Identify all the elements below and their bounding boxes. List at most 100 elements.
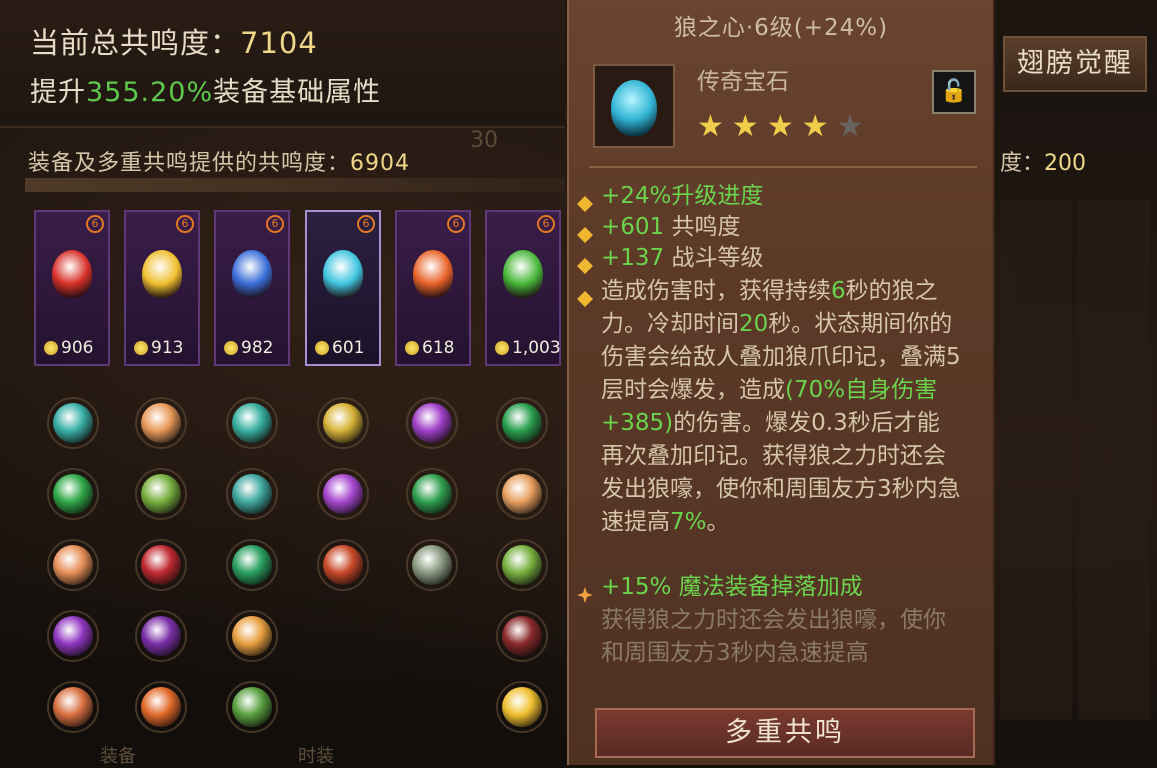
bonus-text: +15% 魔法装备掉落加成 [601, 574, 863, 600]
legendary-gem-slot[interactable]: 6 906 [34, 210, 110, 366]
right-resonance-label: 度： [1000, 151, 1045, 176]
gem-slot[interactable] [496, 681, 548, 733]
diamond-bullet-icon [577, 220, 593, 243]
gem-slot[interactable] [135, 397, 187, 449]
gem-slot[interactable] [47, 610, 99, 662]
green-gem-icon [503, 250, 543, 298]
resonance-header: 当前总共鸣度：7104 提升355.20%装备基础属性 [0, 0, 565, 128]
gem-slot[interactable] [47, 539, 99, 591]
gem-resonance-value: 601 [315, 338, 364, 358]
rank-icon: 6 [86, 215, 104, 233]
attribute-boost: 提升355.20%装备基础属性 [30, 70, 381, 109]
gem-slot[interactable] [496, 610, 548, 662]
gem-resonance-value: 1,003 [495, 338, 561, 358]
star-filled-icon: ★ [731, 109, 759, 144]
gem-slot[interactable] [317, 539, 369, 591]
diamond-bullet-icon [577, 251, 593, 274]
rank-icon: 6 [266, 215, 284, 233]
gem-slot[interactable] [135, 681, 187, 733]
tooltip-divider [589, 166, 977, 168]
total-resonance-label: 当前总共鸣度： [30, 26, 241, 60]
gem-slot[interactable] [496, 468, 548, 520]
boost-value: 355.20% [86, 77, 214, 108]
right-resonance-value: 200 [1044, 151, 1087, 176]
wolf-heart-gem-icon [611, 80, 657, 136]
star-filled-icon: ★ [697, 109, 724, 144]
gem-slot[interactable] [496, 397, 548, 449]
star-filled-icon: ★ [766, 109, 794, 144]
gem-slot[interactable] [135, 539, 187, 591]
gem-slot[interactable] [226, 610, 278, 662]
gem-slot[interactable] [135, 468, 187, 520]
diamond-bullet-icon [577, 189, 593, 212]
faded-number: 30 [470, 128, 498, 153]
gem-resonance-value: 982 [224, 338, 273, 358]
attribute-upgrade: +24%升级进度 [577, 180, 961, 213]
legendary-gem-slot[interactable]: 6 1,003 [485, 210, 561, 366]
wing-awaken-button[interactable]: 翅膀觉醒 [1003, 36, 1147, 92]
legendary-gem-slot[interactable]: 6 601 [305, 210, 381, 366]
legendary-gem-slot[interactable]: 6 982 [214, 210, 290, 366]
multi-resonance-button[interactable]: 多重共鸣 [595, 708, 975, 758]
gem-slot[interactable] [226, 539, 278, 591]
star-filled-icon: ★ [801, 109, 829, 144]
coin-icon [315, 341, 329, 355]
gem-resonance-number: 913 [151, 338, 184, 358]
gem-slot[interactable] [226, 397, 278, 449]
gem-slot[interactable] [47, 397, 99, 449]
attr-label: 升级进度 [671, 183, 764, 209]
attr-label: 战斗等级 [664, 245, 764, 271]
gold-gem-icon [142, 250, 182, 298]
gem-portrait [593, 64, 675, 148]
gem-slot[interactable] [496, 539, 548, 591]
star-bullet-icon [577, 580, 593, 603]
locked-effect-text: 获得狼之力时还会发出狼嚎，使你和周围友方3秒内急速提高 [601, 607, 946, 666]
gem-slot[interactable] [406, 468, 458, 520]
gem-resonance-value: 618 [405, 338, 454, 358]
gem-slot[interactable] [226, 468, 278, 520]
gem-resonance-value: 913 [134, 338, 183, 358]
effect-value: 20 [739, 311, 769, 337]
coin-icon [224, 341, 238, 355]
tab-fashion[interactable]: 时装 [298, 742, 334, 768]
gem-resonance-value: 906 [44, 338, 93, 358]
effect-value: 6 [831, 278, 846, 304]
effect-text: 造成伤害时，获得持续 [601, 278, 831, 304]
tab-equipment[interactable]: 装备 [100, 742, 136, 768]
effect-value: 7% [670, 509, 707, 535]
rank-icon: 6 [176, 215, 194, 233]
rank-icon: 6 [537, 215, 555, 233]
legendary-gem-slot[interactable]: 6 913 [124, 210, 200, 366]
attribute-resonance: +601 共鸣度 [577, 211, 961, 244]
unlock-icon[interactable]: 🔓 [932, 70, 976, 114]
attr-label: 共鸣度 [664, 214, 741, 240]
star-empty-icon: ★ [836, 109, 864, 144]
gem-slot[interactable] [406, 539, 458, 591]
boost-suffix: 装备基础属性 [213, 77, 382, 108]
gem-slot[interactable] [135, 610, 187, 662]
gem-stars: ★ ★ ★ ★ ★ [697, 110, 864, 144]
gem-slot[interactable] [406, 397, 458, 449]
gem-slot[interactable] [317, 397, 369, 449]
gem-slot[interactable] [47, 681, 99, 733]
gem-slot[interactable] [317, 468, 369, 520]
gem-effect-description: 造成伤害时，获得持续6秒的狼之力。冷却时间20秒。状态期间你的伤害会给敌人叠加狼… [577, 275, 961, 539]
gem-resonance-number: 618 [422, 338, 455, 358]
magic-find-bonus: +15% 魔法装备掉落加成 [577, 571, 961, 604]
fire-gem-icon [413, 250, 453, 298]
attr-value: +601 [601, 214, 665, 240]
legendary-gem-slot[interactable]: 6 618 [395, 210, 471, 366]
coin-icon [134, 341, 148, 355]
gem-resonance-number: 906 [61, 338, 94, 358]
divider [25, 178, 565, 192]
right-column [1078, 200, 1150, 720]
attribute-combat-level: +137 战斗等级 [577, 242, 961, 275]
equipment-resonance-label: 装备及多重共鸣提供的共鸣度： [28, 151, 351, 176]
right-column [1000, 200, 1072, 720]
locked-effect: 获得狼之力时还会发出狼嚎，使你和周围友方3秒内急速提高 [601, 604, 961, 668]
gem-slot[interactable] [47, 468, 99, 520]
attr-value: +24% [601, 183, 672, 209]
diamond-bullet-icon [577, 284, 593, 307]
gem-slot[interactable] [226, 681, 278, 733]
total-resonance-value: 7104 [240, 26, 318, 60]
